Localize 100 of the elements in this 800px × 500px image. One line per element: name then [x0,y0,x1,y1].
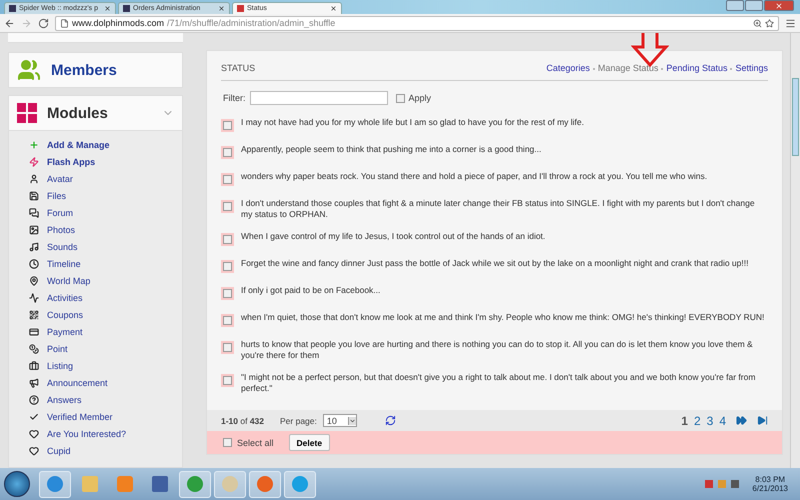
url-host: www.dolphinmods.com [72,18,164,28]
user-icon [29,174,39,184]
people-icon [17,58,41,82]
module-link[interactable]: Add & Manage [29,136,182,153]
taskbar-app-icon[interactable] [284,470,316,498]
menu-icon[interactable] [785,18,796,28]
nav-link[interactable]: Manage Status [598,63,658,73]
row-checkbox[interactable] [221,314,234,327]
module-link[interactable]: Sounds [29,238,182,255]
module-link[interactable]: Announcement [29,374,182,391]
image-icon [29,224,39,234]
nav-link[interactable]: Categories [546,63,590,73]
per-page-label: Per page: [280,416,317,426]
members-title[interactable]: Members [51,62,174,78]
page-link[interactable]: 2 [694,414,701,428]
clock-time: 8:03 PM [755,475,786,484]
status-text: If only i got paid to be on Facebook... [241,285,380,296]
refresh-icon[interactable] [384,415,396,426]
module-link[interactable]: Are You Interested? [29,425,182,442]
filter-label: Filter: [223,93,246,103]
minimize-button[interactable] [726,0,744,11]
row-checkbox[interactable] [221,146,234,159]
module-link[interactable]: Listing [29,357,182,374]
close-icon[interactable] [330,5,337,12]
star-icon[interactable] [765,18,774,28]
module-link[interactable]: Files [29,187,182,204]
close-icon [775,2,783,10]
close-icon[interactable] [104,5,111,12]
page-link[interactable]: 1 [681,414,688,428]
maximize-button[interactable] [745,0,763,11]
megaphone-icon [29,378,39,388]
module-link[interactable]: Answers [29,391,182,408]
taskbar-app-icon[interactable] [214,470,246,498]
select-all-checkbox[interactable] [223,438,232,447]
dropdown-caret-icon [348,416,356,424]
module-link[interactable]: Flash Apps [29,153,182,170]
module-link[interactable]: World Map [29,272,182,289]
row-checkbox[interactable] [221,119,234,132]
page-icon [60,18,69,28]
start-button[interactable] [4,471,30,497]
zoom-icon[interactable] [753,18,762,28]
favicon-icon [9,5,16,12]
page-link[interactable]: 3 [706,414,714,428]
reload-icon[interactable] [38,18,49,28]
nav-link[interactable]: Pending Status [666,63,728,73]
status-text: hurts to know that people you love are hurting and there is nothing you can do to stop it. All you can do is let them know you love them & you're there for them [241,339,754,361]
chat-icon [29,208,39,218]
map-pin-icon [29,276,39,286]
module-link[interactable]: Verified Member [29,408,182,425]
address-bar[interactable]: www.dolphinmods.com /71/m/shuffle/administration/admin_shuffle [55,16,779,30]
select-all-label: Select all [237,438,274,448]
url-path: /71/m/shuffle/administration/admin_shuffle [167,18,336,28]
status-text: wonders why paper beats rock. You stand there and hold a piece of paper, and I'll throw a rock at you. You tell me who wins. [241,171,708,182]
favicon-icon [123,5,130,12]
row-checkbox[interactable] [221,173,234,186]
delete-button[interactable]: Delete [288,434,330,451]
last-page-icon[interactable] [757,415,768,426]
module-link[interactable]: Point [29,340,182,357]
module-link[interactable]: Payment [29,323,182,340]
next-icon[interactable] [736,415,747,426]
row-checkbox[interactable] [221,341,234,354]
plus-icon [29,140,39,150]
apply-checkbox[interactable] [396,94,404,102]
apply-label: Apply [408,93,432,103]
close-button[interactable] [764,0,794,11]
row-checkbox[interactable] [221,260,234,273]
module-link[interactable]: Avatar [29,170,182,187]
scrollbar[interactable] [790,33,800,468]
module-link[interactable]: Forum [29,204,182,221]
row-checkbox[interactable] [221,287,234,300]
check-icon [29,412,39,422]
module-link[interactable]: Timeline [29,255,182,272]
status-text: "I might not be a perfect person, but that doesn't give you a right to talk about me. I don't talk about you and we both know you're far from perfect." [241,372,756,394]
status-text: Forget the wine and fancy dinner Just pass the bottle of Jack while we sit out by the lake on a moonlight night and crank that radio up!!! [241,258,748,269]
row-checkbox[interactable] [221,233,234,246]
floppy-icon [29,190,39,200]
status-text: I don't understand those couples that fight & a minute later change their FB status into SINGLE. I fight with my parents but I don't change my status to ORPHAN. [241,198,756,220]
clock-icon [29,258,39,268]
filter-field[interactable] [250,91,388,105]
row-checkbox[interactable] [221,200,234,213]
status-text: I may not have had you for my whole life but I am so glad to have you for the rest of my life. [241,117,584,128]
forward-icon[interactable] [21,18,32,28]
module-link[interactable]: Cupid [29,442,182,459]
module-link[interactable]: Activities [29,289,182,306]
taskbar-app-icon[interactable] [249,470,281,498]
coins-icon [29,344,39,354]
briefcase-icon [29,360,39,370]
close-icon[interactable] [218,5,225,12]
taskbar-app-icon[interactable] [179,470,211,498]
per-page-select[interactable]: 10 [322,414,357,427]
status-text: When I gave control of my life to Jesus, I took control out of the hands of an idiot. [241,231,546,242]
row-checkbox[interactable] [221,374,234,387]
module-link[interactable]: Coupons [29,306,182,323]
modules-header[interactable]: Modules [8,95,183,131]
nav-link[interactable]: Settings [735,63,768,73]
grid-icon [17,103,37,123]
page-link[interactable]: 4 [719,414,726,428]
taskbar-app-icon[interactable] [39,470,71,498]
back-icon[interactable] [4,18,15,28]
module-link[interactable]: Photos [29,221,182,238]
